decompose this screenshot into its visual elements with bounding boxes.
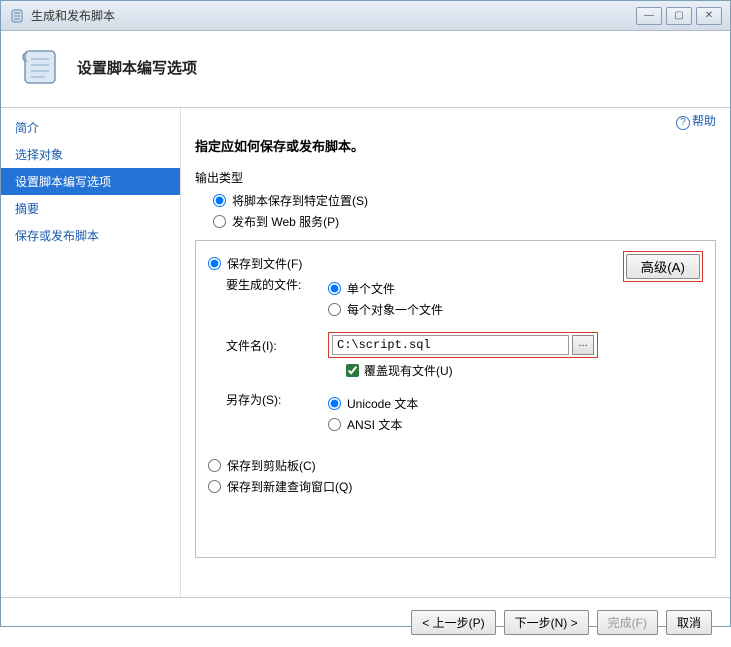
titlebar: 生成和发布脚本 — ▢ ✕ xyxy=(1,1,730,31)
radio-save-query-label: 保存到新建查询窗口(Q) xyxy=(227,478,352,495)
radio-single-file[interactable]: 单个文件 xyxy=(328,280,623,297)
radio-unicode-label: Unicode 文本 xyxy=(347,395,418,412)
filename-label: 文件名(I): xyxy=(208,337,328,354)
radio-per-object[interactable]: 每个对象一个文件 xyxy=(328,301,623,318)
page-title: 设置脚本编写选项 xyxy=(77,57,197,78)
sidebar-item-save-publish[interactable]: 保存或发布脚本 xyxy=(1,222,180,249)
filename-input[interactable] xyxy=(332,335,569,355)
help-icon: ? xyxy=(676,116,690,130)
next-button[interactable]: 下一步(N) > xyxy=(504,610,589,635)
radio-ansi-label: ANSI 文本 xyxy=(347,416,402,433)
radio-publish-web-input[interactable] xyxy=(213,215,226,228)
radio-publish-web[interactable]: 发布到 Web 服务(P) xyxy=(213,213,716,230)
sidebar-item-summary[interactable]: 摘要 xyxy=(1,195,180,222)
wizard-header: 设置脚本编写选项 xyxy=(1,31,730,107)
radio-ansi-input[interactable] xyxy=(328,418,341,431)
radio-unicode[interactable]: Unicode 文本 xyxy=(328,395,703,412)
radio-save-to-file[interactable]: 保存到文件(F) xyxy=(208,255,623,272)
section-title: 指定应如何保存或发布脚本。 xyxy=(195,136,716,155)
radio-save-clipboard-label: 保存到剪贴板(C) xyxy=(227,457,316,474)
sidebar-item-intro[interactable]: 简介 xyxy=(1,114,180,141)
browse-button[interactable]: … xyxy=(572,335,594,355)
app-icon xyxy=(9,8,25,24)
overwrite-checkbox[interactable] xyxy=(346,364,359,377)
radio-per-object-label: 每个对象一个文件 xyxy=(347,301,443,318)
output-type-label: 输出类型 xyxy=(195,169,716,186)
sidebar-item-script-options[interactable]: 设置脚本编写选项 xyxy=(1,168,180,195)
minimize-button[interactable]: — xyxy=(636,7,662,25)
radio-save-location[interactable]: 将脚本保存到特定位置(S) xyxy=(213,192,716,209)
advanced-button[interactable]: 高级(A) xyxy=(626,254,700,279)
filename-highlight: … xyxy=(328,332,598,358)
radio-unicode-input[interactable] xyxy=(328,397,341,410)
overwrite-label: 覆盖现有文件(U) xyxy=(364,362,453,379)
radio-save-clipboard-input[interactable] xyxy=(208,459,221,472)
save-panel: 高级(A) 保存到文件(F) 要生成的文件: 单个文件 xyxy=(195,240,716,558)
prev-button[interactable]: < 上一步(P) xyxy=(411,610,495,635)
window-controls: — ▢ ✕ xyxy=(636,7,722,25)
finish-button[interactable]: 完成(F) xyxy=(597,610,658,635)
radio-per-object-input[interactable] xyxy=(328,303,341,316)
sidebar-item-choose-objects[interactable]: 选择对象 xyxy=(1,141,180,168)
radio-save-query-input[interactable] xyxy=(208,480,221,493)
main-panel: ?帮助 指定应如何保存或发布脚本。 输出类型 将脚本保存到特定位置(S) 发布到… xyxy=(181,108,730,597)
wizard-window: 生成和发布脚本 — ▢ ✕ 设置脚本编写选项 简介 选择对象 设置脚本编写选项 … xyxy=(0,0,731,627)
help-link[interactable]: ?帮助 xyxy=(676,112,716,130)
radio-save-query[interactable]: 保存到新建查询窗口(Q) xyxy=(208,478,703,495)
overwrite-checkbox-row[interactable]: 覆盖现有文件(U) xyxy=(346,362,703,379)
save-as-label: 另存为(S): xyxy=(208,391,328,408)
radio-save-clipboard[interactable]: 保存到剪贴板(C) xyxy=(208,457,703,474)
files-to-generate-label: 要生成的文件: xyxy=(208,276,328,293)
radio-publish-web-label: 发布到 Web 服务(P) xyxy=(232,213,339,230)
scroll-icon xyxy=(19,45,63,89)
radio-single-file-input[interactable] xyxy=(328,282,341,295)
cancel-button[interactable]: 取消 xyxy=(666,610,712,635)
radio-ansi[interactable]: ANSI 文本 xyxy=(328,416,703,433)
sidebar: 简介 选择对象 设置脚本编写选项 摘要 保存或发布脚本 xyxy=(1,108,181,597)
radio-save-location-label: 将脚本保存到特定位置(S) xyxy=(232,192,368,209)
wizard-body: 简介 选择对象 设置脚本编写选项 摘要 保存或发布脚本 ?帮助 指定应如何保存或… xyxy=(1,107,730,597)
radio-save-location-input[interactable] xyxy=(213,194,226,207)
window-title: 生成和发布脚本 xyxy=(31,7,636,24)
radio-save-to-file-label: 保存到文件(F) xyxy=(227,255,302,272)
maximize-button[interactable]: ▢ xyxy=(666,7,692,25)
close-button[interactable]: ✕ xyxy=(696,7,722,25)
help-label: 帮助 xyxy=(692,114,716,128)
wizard-footer: < 上一步(P) 下一步(N) > 完成(F) 取消 xyxy=(1,597,730,647)
radio-single-file-label: 单个文件 xyxy=(347,280,395,297)
advanced-highlight: 高级(A) xyxy=(623,251,703,282)
radio-save-to-file-input[interactable] xyxy=(208,257,221,270)
